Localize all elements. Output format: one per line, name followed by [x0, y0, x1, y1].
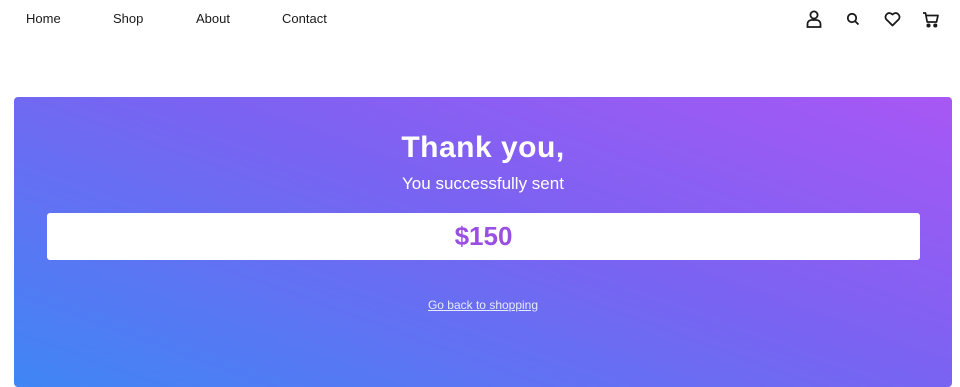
user-icon[interactable] [803, 8, 825, 30]
go-back-to-shopping-link[interactable]: Go back to shopping [428, 298, 538, 312]
confirmation-card: Thank you, You successfully sent $150 Go… [14, 97, 952, 387]
cart-icon[interactable] [920, 8, 942, 30]
search-icon[interactable] [842, 8, 864, 30]
nav-link-home[interactable]: Home [26, 11, 61, 26]
top-navigation: Home Shop About Contact [0, 0, 960, 40]
nav-link-about[interactable]: About [196, 11, 230, 26]
confirmation-subtitle: You successfully sent [402, 174, 564, 193]
back-link-container: Go back to shopping [14, 296, 952, 314]
nav-link-shop[interactable]: Shop [113, 11, 143, 26]
nav-icon-group [786, 8, 942, 30]
nav-link-contact[interactable]: Contact [282, 11, 327, 26]
heart-icon[interactable] [881, 8, 903, 30]
amount-box: $150 [47, 213, 920, 260]
sent-amount: $150 [454, 221, 513, 251]
thank-you-title: Thank you, [401, 131, 565, 164]
